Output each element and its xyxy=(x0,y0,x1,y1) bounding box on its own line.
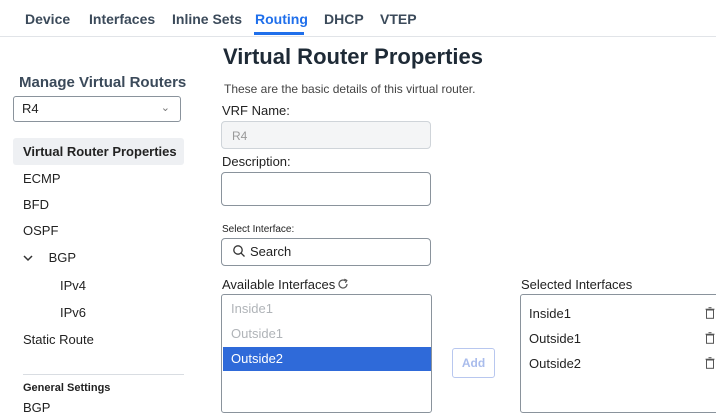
tab-routing[interactable]: Routing xyxy=(255,11,308,27)
tab-vtep[interactable]: VTEP xyxy=(380,11,417,27)
virtual-router-select[interactable]: R4 ⌄ xyxy=(13,96,181,122)
tab-interfaces[interactable]: Interfaces xyxy=(89,11,155,27)
sidebar-title: Manage Virtual Routers xyxy=(19,74,187,91)
sidebar-item-virtual-router-properties[interactable]: Virtual Router Properties xyxy=(13,138,184,165)
sidebar-divider xyxy=(23,374,184,375)
vrf-name-field: R4 xyxy=(221,121,431,149)
top-tab-bar: Device Interfaces Inline Sets Routing DH… xyxy=(0,0,716,37)
tab-dhcp[interactable]: DHCP xyxy=(324,11,364,27)
interface-search-input[interactable]: Search xyxy=(221,238,431,266)
search-placeholder: Search xyxy=(250,244,292,259)
selected-interface-row: Inside1 xyxy=(529,306,571,321)
trash-icon[interactable] xyxy=(705,307,715,319)
virtual-router-select-value: R4 xyxy=(22,101,39,116)
available-interfaces-list[interactable]: Inside1 Outside1 Outside2 xyxy=(221,294,432,413)
chevron-down-icon[interactable] xyxy=(23,250,37,265)
sidebar-item-bgp[interactable]: BGP xyxy=(23,250,76,265)
available-interfaces-label: Available Interfaces xyxy=(222,277,336,292)
tab-device[interactable]: Device xyxy=(25,11,70,27)
selected-interface-row: Outside2 xyxy=(529,356,582,371)
sidebar-item-ecmp[interactable]: ECMP xyxy=(23,171,61,186)
select-interface-label: Select Interface: xyxy=(222,224,295,235)
general-settings-title: General Settings xyxy=(23,382,111,394)
trash-icon[interactable] xyxy=(705,332,715,344)
sidebar-item-ipv4[interactable]: IPv4 xyxy=(60,278,86,293)
page-description: These are the basic details of this virt… xyxy=(224,82,476,96)
page-title: Virtual Router Properties xyxy=(223,44,483,69)
sidebar-item-ospf[interactable]: OSPF xyxy=(23,223,58,238)
sidebar-item-ipv6[interactable]: IPv6 xyxy=(60,305,86,320)
description-field[interactable] xyxy=(221,172,431,206)
active-tab-indicator xyxy=(254,32,304,35)
list-item: Inside1 xyxy=(231,301,273,316)
selected-interface-row: Outside1 xyxy=(529,331,582,346)
sidebar-item-static-route[interactable]: Static Route xyxy=(23,332,94,347)
tab-inline-sets[interactable]: Inline Sets xyxy=(172,11,242,27)
selected-interfaces-label: Selected Interfaces xyxy=(521,277,633,292)
list-item[interactable]: Outside2 xyxy=(223,347,431,371)
list-item: Outside1 xyxy=(231,326,284,341)
trash-icon[interactable] xyxy=(705,357,715,369)
add-button[interactable]: Add xyxy=(452,348,495,378)
chevron-down-icon: ⌄ xyxy=(160,102,170,114)
description-label: Description: xyxy=(222,154,291,169)
sidebar-item-bgp-label: BGP xyxy=(48,250,77,265)
refresh-icon[interactable] xyxy=(337,278,349,290)
sidebar-item-bfd[interactable]: BFD xyxy=(23,197,49,212)
vrf-name-label: VRF Name: xyxy=(222,103,290,118)
search-icon xyxy=(233,245,245,257)
